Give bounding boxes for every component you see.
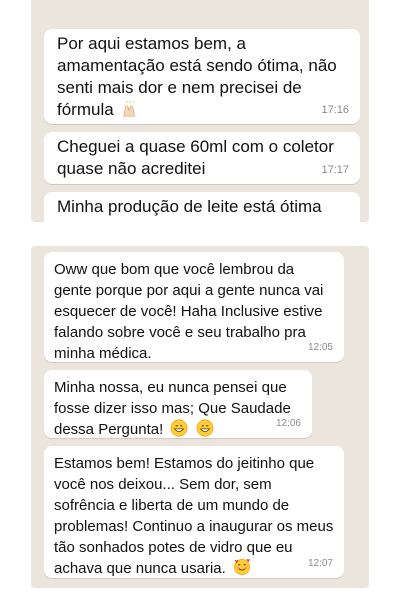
message-timestamp: 17:17 bbox=[321, 164, 349, 176]
raising-hands-icon bbox=[123, 100, 136, 117]
message-bubble[interactable]: Estamos bem! Estamos do jeitinho que voc… bbox=[44, 446, 344, 578]
message-timestamp: 12:05 bbox=[307, 342, 333, 353]
message-timestamp: 12:07 bbox=[307, 558, 333, 569]
message-text: Minha produção de leite está ótima bbox=[57, 197, 322, 216]
message-timestamp: 12:06 bbox=[275, 418, 301, 429]
message-text: Por aqui estamos bem, a amamentação está… bbox=[57, 34, 337, 119]
grinning-face-icon bbox=[170, 419, 188, 437]
message-text: Oww que bom que você lembrou da gente po… bbox=[54, 261, 324, 362]
chat-panel-bottom: Oww que bom que você lembrou da gente po… bbox=[31, 246, 369, 588]
message-text: Cheguei a quase 60ml com o coletor quase… bbox=[57, 137, 334, 178]
message-bubble[interactable]: Minha nossa, eu nunca pensei que fosse d… bbox=[44, 370, 312, 438]
message-text: Estamos bem! Estamos do jeitinho que voc… bbox=[54, 455, 334, 577]
message-bubble[interactable]: Por aqui estamos bem, a amamentação está… bbox=[44, 29, 360, 124]
grinning-face-icon bbox=[196, 419, 214, 437]
chat-panel-top: Por aqui estamos bem, a amamentação está… bbox=[31, 0, 369, 222]
message-bubble[interactable]: Oww que bom que você lembrou da gente po… bbox=[44, 252, 344, 362]
smiling-face-with-hearts-icon bbox=[233, 558, 251, 576]
message-bubble[interactable]: Cheguei a quase 60ml com o coletor quase… bbox=[44, 132, 360, 184]
message-timestamp: 17:16 bbox=[321, 104, 349, 116]
message-bubble[interactable]: Minha produção de leite está ótima bbox=[44, 192, 360, 222]
